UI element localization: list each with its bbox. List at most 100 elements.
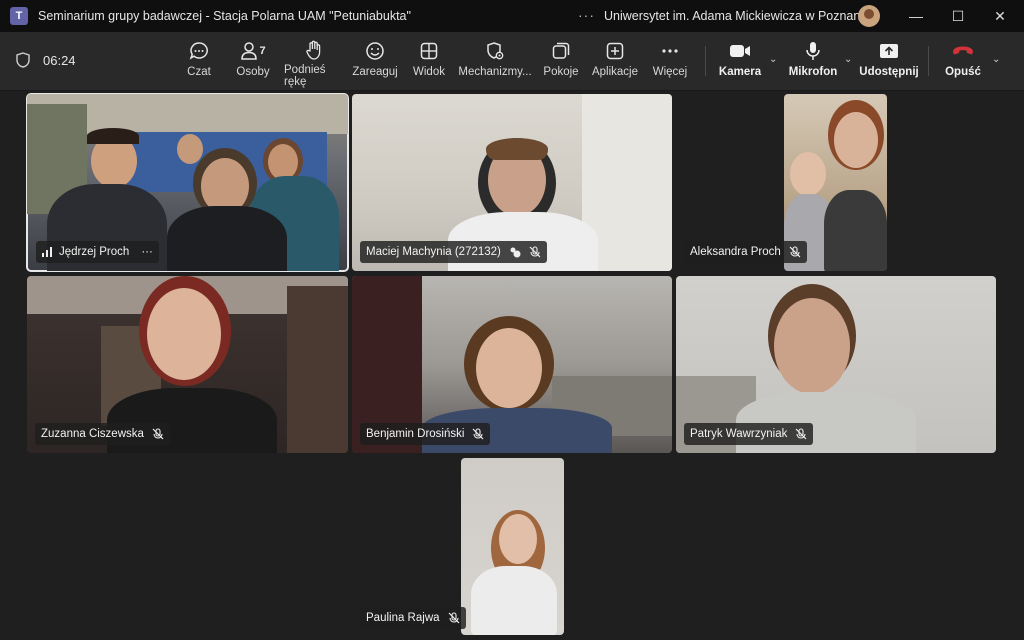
window-title: Seminarium grupy badawczej - Stacja Pola… bbox=[38, 9, 411, 23]
people-button[interactable]: 7 Osoby bbox=[235, 40, 271, 84]
chat-label: Czat bbox=[187, 66, 211, 78]
share-label: Udostępnij bbox=[859, 66, 919, 78]
share-button[interactable]: Udostępnij bbox=[859, 40, 919, 84]
person-head bbox=[476, 328, 542, 408]
meeting-toolbar: 06:24 Czat 7 Osoby Podnieś rękę Zareaguj… bbox=[0, 32, 1024, 91]
video-tile-paulina-rajwa[interactable] bbox=[461, 458, 564, 635]
person-hair bbox=[87, 128, 139, 144]
participant-name: Paulina Rajwa bbox=[366, 612, 440, 624]
role-badge-icon bbox=[510, 247, 521, 258]
person-body bbox=[824, 190, 887, 271]
raise-hand-label: Podnieś rękę bbox=[284, 64, 326, 88]
nameplate: Paulina Rajwa bbox=[360, 607, 466, 629]
nameplate: Benjamin Drosiński bbox=[360, 423, 491, 445]
rooms-button[interactable]: Pokoje bbox=[543, 40, 579, 84]
person-head bbox=[834, 112, 878, 168]
person-head bbox=[268, 144, 298, 180]
shield-settings-icon bbox=[484, 40, 506, 62]
people-icon: 7 bbox=[238, 40, 268, 62]
shield-icon[interactable] bbox=[16, 52, 30, 68]
video-tile-benjamin-drosinski[interactable]: Benjamin Drosiński bbox=[352, 276, 672, 453]
avatar[interactable] bbox=[858, 5, 880, 27]
muted-mic-icon bbox=[448, 612, 459, 624]
apps-label: Aplikacje bbox=[591, 66, 639, 78]
raise-hand-button[interactable]: Podnieś rękę bbox=[284, 40, 344, 88]
close-icon[interactable]: ✕ bbox=[990, 6, 1010, 26]
nameplate: Jędrzej Proch ··· bbox=[36, 241, 159, 263]
teams-logo-icon: T bbox=[10, 7, 28, 25]
people-count: 7 bbox=[259, 45, 266, 57]
add-apps-icon bbox=[604, 40, 626, 62]
muted-mic-icon bbox=[473, 428, 484, 440]
emoji-icon bbox=[364, 40, 386, 62]
layout-icon bbox=[418, 40, 440, 62]
participant-name: Patryk Wawrzyniak bbox=[690, 428, 788, 440]
person-hair bbox=[486, 138, 548, 160]
react-button[interactable]: Zareaguj bbox=[352, 40, 398, 84]
microphone-icon bbox=[802, 40, 824, 62]
muted-mic-icon bbox=[152, 428, 164, 440]
signal-icon bbox=[42, 247, 52, 257]
nameplate: Aleksandra Proch bbox=[684, 241, 807, 263]
view-label: Widok bbox=[413, 66, 445, 78]
participant-name: Zuzanna Ciszewska bbox=[41, 428, 144, 440]
person-head bbox=[177, 134, 203, 164]
meeting-timer: 06:24 bbox=[43, 53, 76, 68]
more-icon bbox=[659, 40, 681, 62]
participant-name: Benjamin Drosiński bbox=[366, 428, 465, 440]
person-body bbox=[471, 566, 557, 635]
camera-label: Kamera bbox=[718, 66, 762, 78]
mechanisms-button[interactable]: Mechanizmy... bbox=[458, 40, 532, 84]
minimize-icon[interactable]: — bbox=[906, 6, 926, 26]
rooms-label: Pokoje bbox=[543, 66, 579, 78]
leave-label: Opuść bbox=[945, 66, 981, 78]
hang-up-icon bbox=[952, 40, 974, 62]
more-label: Więcej bbox=[652, 66, 688, 78]
chat-icon bbox=[188, 40, 210, 62]
muted-mic-icon bbox=[795, 428, 807, 440]
camera-button[interactable]: Kamera bbox=[718, 40, 762, 84]
person-head bbox=[774, 298, 850, 394]
leave-options-chevron-icon[interactable]: ⌄ bbox=[992, 54, 1000, 65]
video-tile-jedrzej-proch[interactable]: Jędrzej Proch ··· bbox=[26, 93, 349, 272]
participant-name: Maciej Machynia (272132) bbox=[366, 246, 501, 258]
title-bar: T Seminarium grupy badawczej - Stacja Po… bbox=[0, 0, 1024, 32]
person-body bbox=[167, 206, 287, 271]
apps-button[interactable]: Aplikacje bbox=[591, 40, 639, 84]
participant-name: Jędrzej Proch bbox=[59, 246, 130, 258]
microphone-button[interactable]: Mikrofon bbox=[788, 40, 838, 84]
video-tile-patryk-wawrzyniak[interactable]: Patryk Wawrzyniak bbox=[676, 276, 996, 453]
people-label: Osoby bbox=[236, 66, 270, 78]
rooms-icon bbox=[550, 40, 572, 62]
more-options-icon[interactable]: ··· bbox=[578, 7, 595, 23]
camera-options-chevron-icon[interactable]: ⌄ bbox=[769, 54, 777, 65]
toolbar-divider bbox=[928, 46, 929, 76]
participant-name: Aleksandra Proch bbox=[690, 246, 781, 258]
video-tile-zuzanna-ciszewska[interactable]: Zuzanna Ciszewska bbox=[27, 276, 348, 453]
wall-panel bbox=[287, 286, 348, 453]
chat-button[interactable]: Czat bbox=[183, 40, 215, 84]
child-head bbox=[790, 152, 826, 196]
nameplate: Patryk Wawrzyniak bbox=[684, 423, 814, 445]
muted-mic-icon bbox=[789, 246, 801, 258]
camera-icon bbox=[729, 40, 751, 62]
leave-button[interactable]: Opuść bbox=[944, 40, 982, 84]
participant-more-icon[interactable]: ··· bbox=[141, 246, 153, 258]
microphone-label: Mikrofon bbox=[788, 66, 838, 78]
more-button[interactable]: Więcej bbox=[652, 40, 688, 84]
nameplate: Maciej Machynia (272132) bbox=[360, 241, 547, 263]
mechanisms-label: Mechanizmy... bbox=[458, 66, 532, 78]
muted-mic-icon bbox=[529, 246, 541, 258]
maximize-icon[interactable]: ☐ bbox=[948, 6, 968, 26]
share-icon bbox=[878, 40, 900, 62]
person-head bbox=[147, 288, 221, 380]
nameplate: Zuzanna Ciszewska bbox=[35, 423, 170, 445]
raise-hand-icon bbox=[303, 40, 325, 60]
person-head bbox=[499, 514, 537, 564]
react-label: Zareaguj bbox=[352, 66, 398, 78]
microphone-options-chevron-icon[interactable]: ⌄ bbox=[844, 54, 852, 65]
toolbar-divider bbox=[705, 46, 706, 76]
view-button[interactable]: Widok bbox=[412, 40, 446, 84]
video-tile-maciej-machynia[interactable]: Maciej Machynia (272132) bbox=[352, 94, 672, 271]
organization-name[interactable]: Uniwersytet im. Adama Mickiewicza w Pozn… bbox=[604, 9, 870, 23]
